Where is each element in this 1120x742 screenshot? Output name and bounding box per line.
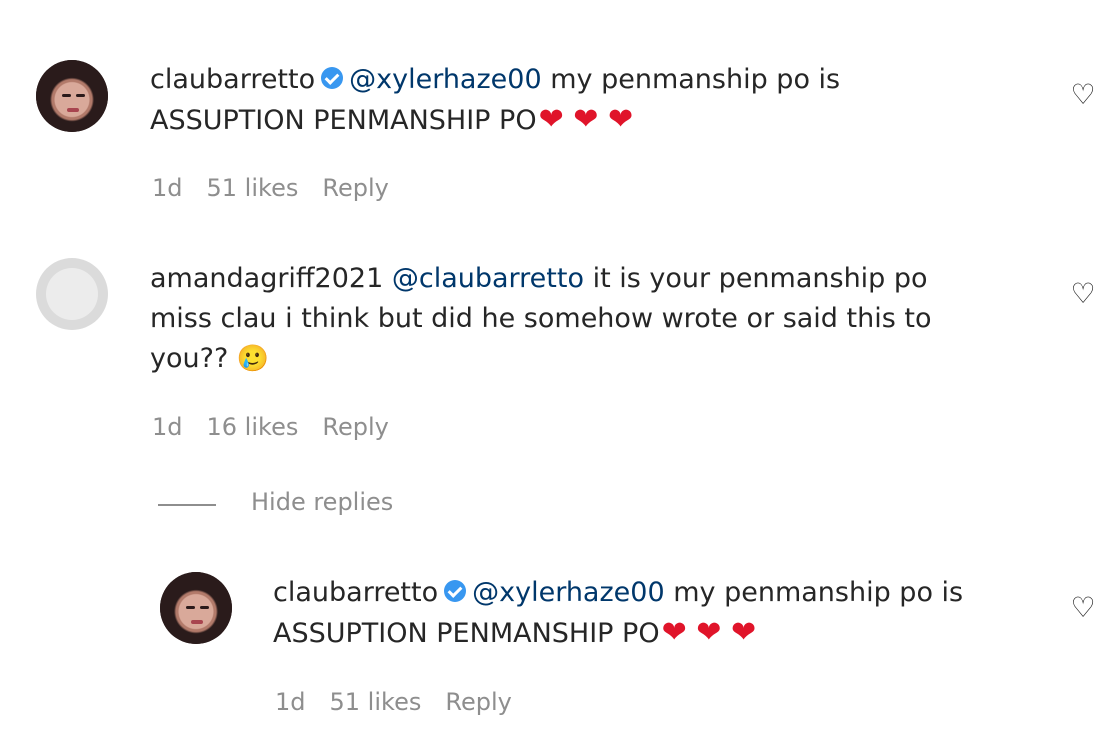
- timestamp[interactable]: 1d: [275, 688, 306, 716]
- comment-text: claubarretto @xylerhaze00 my penmanship p…: [150, 60, 840, 100]
- heart-emoji: ❤ ❤ ❤: [661, 615, 757, 650]
- mention-link[interactable]: @claubarretto: [392, 263, 584, 294]
- comment-body-line2: miss clau i think but did he somehow wro…: [150, 303, 932, 334]
- username-link[interactable]: amandagriff2021: [150, 263, 383, 294]
- avatar[interactable]: [36, 60, 108, 132]
- top-partial-text: [330, 0, 380, 6]
- username-link[interactable]: claubarretto: [273, 577, 438, 608]
- reply-button[interactable]: Reply: [322, 174, 388, 202]
- avatar[interactable]: [36, 258, 108, 330]
- hide-replies-button[interactable]: Hide replies: [251, 488, 393, 516]
- likes-count[interactable]: 51 likes: [330, 688, 422, 716]
- likes-count[interactable]: 51 likes: [207, 174, 299, 202]
- comment-text: amandagriff2021 @claubarretto it is your…: [150, 259, 928, 299]
- verified-badge-icon: [321, 66, 344, 89]
- heart-outline-icon[interactable]: ♡: [1068, 593, 1098, 623]
- divider: [158, 504, 216, 506]
- reply-button[interactable]: Reply: [445, 688, 511, 716]
- comment-body-line2: ASSUPTION PENMANSHIP PO: [150, 105, 537, 136]
- face-emoji: 🥲: [236, 344, 270, 374]
- comment-meta: 1d 16 likes Reply: [152, 413, 413, 441]
- comment-body-line3: you??: [150, 343, 229, 374]
- avatar[interactable]: [160, 572, 232, 644]
- comment-body-line1: it is your penmanship po: [592, 263, 928, 294]
- comment-body-line2: ASSUPTION PENMANSHIP PO: [273, 618, 660, 649]
- comment-meta: 1d 51 likes Reply: [275, 688, 536, 716]
- timestamp[interactable]: 1d: [152, 174, 183, 202]
- timestamp[interactable]: 1d: [152, 413, 183, 441]
- username-link[interactable]: claubarretto: [150, 64, 315, 95]
- reply-button[interactable]: Reply: [322, 413, 388, 441]
- heart-emoji: ❤ ❤ ❤: [538, 102, 634, 137]
- heart-outline-icon[interactable]: ♡: [1068, 80, 1098, 110]
- comment-meta: 1d 51 likes Reply: [152, 174, 413, 202]
- heart-outline-icon[interactable]: ♡: [1068, 279, 1098, 309]
- mention-link[interactable]: @xylerhaze00: [472, 577, 665, 608]
- comment-body-line1: my penmanship po is: [550, 64, 841, 95]
- mention-link[interactable]: @xylerhaze00: [349, 64, 542, 95]
- comment-body-line1: my penmanship po is: [673, 577, 964, 608]
- verified-badge-icon: [444, 579, 467, 602]
- likes-count[interactable]: 16 likes: [207, 413, 299, 441]
- comment-text: claubarretto @xylerhaze00 my penmanship p…: [273, 573, 963, 613]
